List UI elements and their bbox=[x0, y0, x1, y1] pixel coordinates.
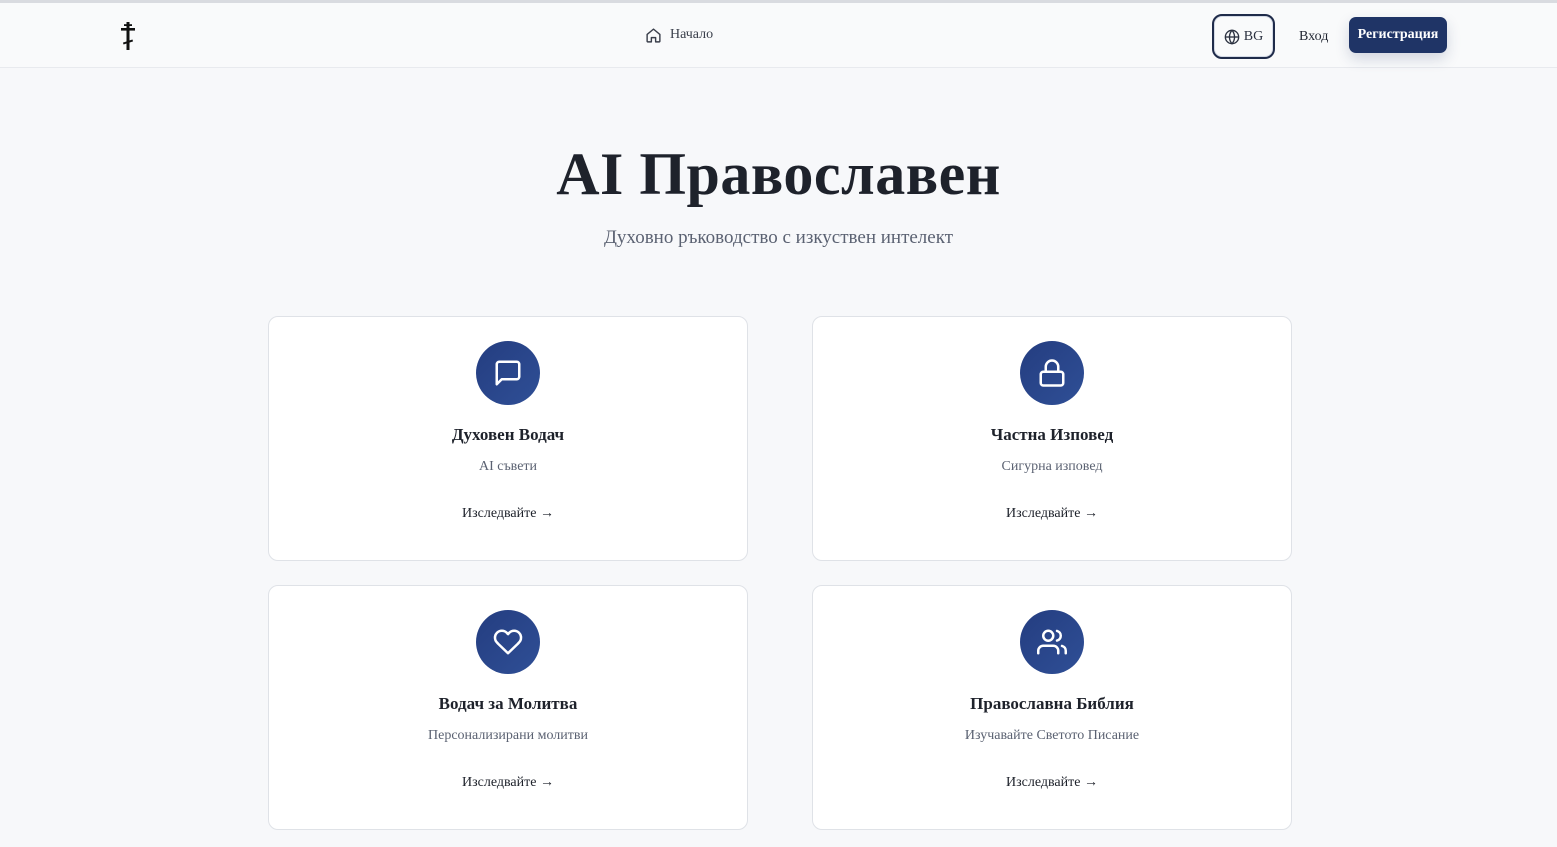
feature-icon-circle bbox=[1020, 610, 1084, 674]
feature-card-orthodox-bible[interactable]: Православна Библия Изучавайте Светото Пи… bbox=[812, 585, 1292, 830]
explore-link[interactable]: Изследвайте → bbox=[813, 775, 1291, 791]
feature-card-spiritual-guide[interactable]: Духовен Водач AI съвети Изследвайте → bbox=[268, 316, 748, 561]
orthodox-cross-icon[interactable] bbox=[116, 21, 140, 51]
heart-icon bbox=[493, 629, 523, 655]
feature-card-description: Сигурна изповед bbox=[1001, 459, 1103, 474]
users-icon bbox=[1037, 629, 1067, 655]
lock-icon bbox=[1039, 359, 1065, 387]
nav-home-label: Начало bbox=[670, 27, 714, 42]
login-link[interactable]: Вход bbox=[1299, 25, 1328, 49]
register-button[interactable]: Регистрация bbox=[1349, 17, 1447, 53]
explore-link[interactable]: Изследвайте → bbox=[269, 775, 747, 791]
top-navbar: Начало BG Вход Регистрация bbox=[0, 3, 1557, 68]
nav-home-link[interactable]: Начало bbox=[645, 23, 713, 47]
feature-card-description: Изучавайте Светото Писание bbox=[964, 728, 1140, 743]
message-square-icon bbox=[495, 360, 521, 386]
feature-icon-circle bbox=[476, 610, 540, 674]
page-title: AI Православен bbox=[556, 141, 1001, 207]
home-icon bbox=[646, 27, 661, 43]
feature-card-title: Православна Библия bbox=[970, 694, 1134, 713]
feature-card-description: AI съвети bbox=[478, 459, 538, 474]
explore-link[interactable]: Изследвайте → bbox=[813, 506, 1291, 522]
feature-icon-circle bbox=[1020, 341, 1084, 405]
page-subtitle: Духовно ръководство с изкуствен интелект bbox=[603, 227, 954, 248]
feature-card-title: Частна Изповед bbox=[990, 425, 1114, 444]
feature-card-private-confession[interactable]: Частна Изповед Сигурна изповед Изследвай… bbox=[812, 316, 1292, 561]
feature-card-description: Персонализирани молитви bbox=[428, 728, 588, 743]
language-selector-button[interactable]: BG bbox=[1212, 14, 1275, 59]
language-label: BG bbox=[1243, 28, 1264, 44]
globe-icon bbox=[1224, 28, 1240, 45]
explore-link[interactable]: Изследвайте → bbox=[269, 506, 747, 522]
feature-card-title: Водач за Молитва bbox=[438, 694, 578, 713]
feature-icon-circle bbox=[476, 341, 540, 405]
feature-card-prayer-guide[interactable]: Водач за Молитва Персонализирани молитви… bbox=[268, 585, 748, 830]
feature-card-title: Духовен Водач bbox=[451, 425, 565, 444]
